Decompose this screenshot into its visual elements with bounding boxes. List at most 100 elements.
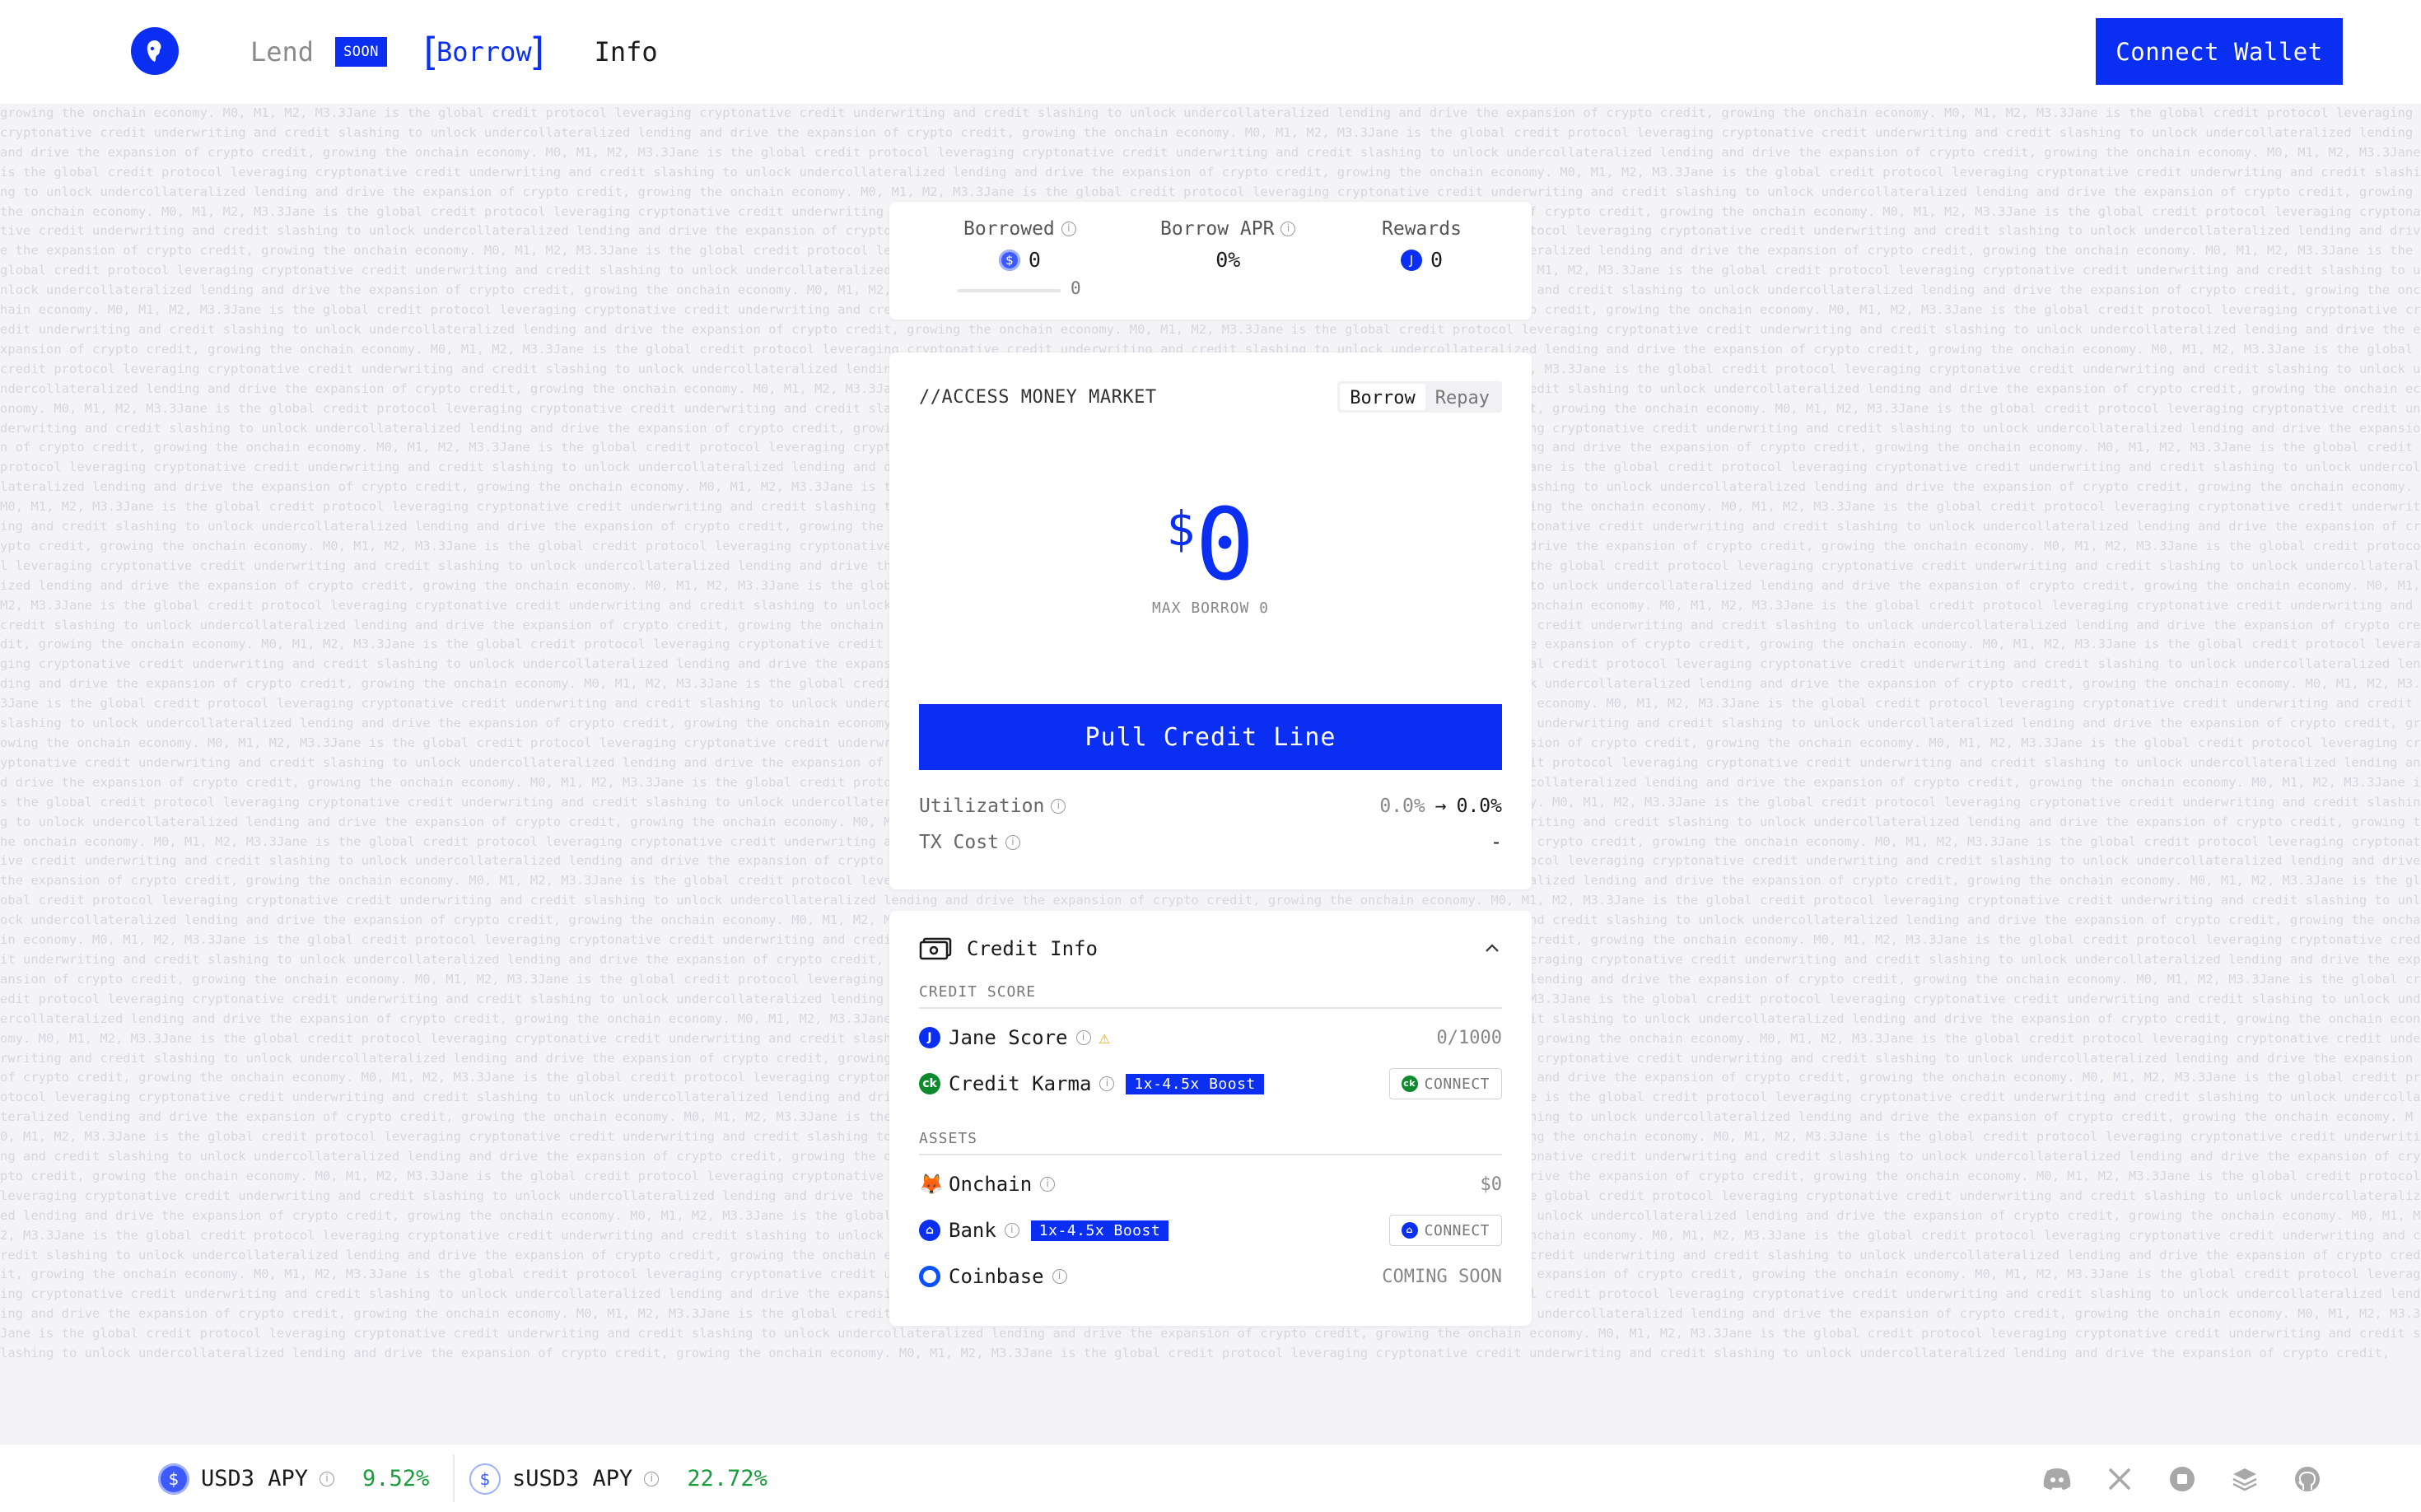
nav-info[interactable]: Info xyxy=(595,36,658,68)
borrowed-value: 0 xyxy=(1028,248,1041,272)
arrow-right-icon: → xyxy=(1434,796,1447,817)
onchain-row: 🦊 Onchain i $0 xyxy=(919,1168,1502,1201)
top-header: Lend SOON [ Borrow ] Info Connect Wallet xyxy=(0,0,2421,104)
info-icon[interactable]: i xyxy=(1051,799,1066,814)
connect-wallet-button[interactable]: Connect Wallet xyxy=(2096,18,2343,85)
utilization-to: 0.0% xyxy=(1456,796,1502,817)
discord-icon[interactable] xyxy=(2042,1464,2072,1494)
jane-score-value: 0/1000 xyxy=(1436,1027,1502,1048)
borrowed-progress-value: 0 xyxy=(1071,278,1081,298)
info-icon[interactable]: i xyxy=(1061,222,1076,236)
soon-badge: SOON xyxy=(335,37,388,67)
bank-connect-button[interactable]: ⌂ CONNECT xyxy=(1388,1215,1502,1246)
github-icon[interactable] xyxy=(2293,1464,2322,1494)
utilization-row: Utilization i 0.0% → 0.0% xyxy=(919,796,1502,817)
connect-label: CONNECT xyxy=(1424,1221,1490,1239)
jane-score-label: Jane Score xyxy=(949,1026,1068,1049)
utilization-label: Utilization xyxy=(919,796,1045,817)
borrow-amount-input[interactable]: $0 xyxy=(889,492,1532,600)
assets-section-label: ASSETS xyxy=(919,1130,1502,1155)
cash-icon xyxy=(919,937,952,960)
utilization-from: 0.0% xyxy=(1379,796,1425,817)
info-icon[interactable]: i xyxy=(1052,1269,1067,1284)
tx-cost-label: TX Cost xyxy=(919,832,999,853)
tx-cost-row: TX Cost i - xyxy=(919,832,1502,853)
susd3-coin-icon: $ xyxy=(469,1463,501,1495)
info-icon[interactable]: i xyxy=(1280,222,1296,236)
docs-stack-icon[interactable] xyxy=(2230,1464,2260,1494)
borrow-apr-value: 0% xyxy=(1215,248,1241,272)
boost-badge: 1x-4.5x Boost xyxy=(1030,1220,1169,1241)
market-title: //ACCESS MONEY MARKET xyxy=(919,387,1157,408)
credit-karma-label: Credit Karma xyxy=(949,1072,1092,1095)
info-icon[interactable]: i xyxy=(1040,1177,1056,1192)
usd3-coin-icon: $ xyxy=(158,1463,189,1495)
borrowed-progress-bar xyxy=(957,289,1061,292)
money-market-card: //ACCESS MONEY MARKET Borrow Repay $0 MA… xyxy=(889,352,1532,889)
gitbook-icon[interactable] xyxy=(2167,1464,2197,1494)
jane-token-icon: J xyxy=(919,1027,940,1048)
borrow-stats-card: Borrowed i $ 0 0 Borrow APR i 0% Rewards… xyxy=(889,202,1532,320)
credit-karma-row: ck Credit Karma i 1x-4.5x Boost ck CONNE… xyxy=(919,1067,1502,1100)
nav-borrow[interactable]: [ Borrow ] xyxy=(418,30,550,74)
coinbase-label: Coinbase xyxy=(949,1265,1044,1288)
x-icon[interactable] xyxy=(2105,1464,2134,1494)
bank-row: ⌂ Bank i 1x-4.5x Boost ⌂ CONNECT xyxy=(919,1214,1502,1247)
nav-borrow-label: Borrow xyxy=(436,36,532,68)
usd3-apy-value: 9.52% xyxy=(362,1466,430,1491)
borrowed-label: Borrowed xyxy=(963,218,1055,240)
stat-borrowed: Borrowed i $ 0 xyxy=(963,218,1076,272)
stat-rewards: Rewards J 0 xyxy=(1382,218,1462,272)
max-borrow-label: MAX BORROW 0 xyxy=(1151,600,1270,617)
info-icon[interactable]: i xyxy=(1005,835,1020,850)
warning-icon: ⚠ xyxy=(1099,1027,1110,1048)
usd3-apy-label: USD3 APY xyxy=(201,1466,309,1491)
onchain-value: $0 xyxy=(1480,1174,1503,1195)
pull-credit-line-button[interactable]: Pull Credit Line xyxy=(919,704,1502,770)
tab-borrow[interactable]: Borrow xyxy=(1340,384,1425,410)
jane-face-icon xyxy=(147,40,161,62)
credit-karma-connect-button[interactable]: ck CONNECT xyxy=(1388,1068,1502,1099)
susd3-apy: $ sUSD3 APY i 22.72% xyxy=(469,1444,767,1512)
onchain-label: Onchain xyxy=(949,1173,1033,1196)
footer-bar: $ USD3 APY i 9.52% $ sUSD3 APY i 22.72% xyxy=(0,1444,2421,1512)
coinbase-status: COMING SOON xyxy=(1382,1266,1502,1287)
credit-info-title: Credit Info xyxy=(967,937,1098,960)
coinbase-icon xyxy=(919,1266,940,1287)
credit-info-header[interactable]: Credit Info xyxy=(919,927,1502,970)
credit-karma-icon: ck xyxy=(1401,1076,1418,1092)
bracket-left: [ xyxy=(418,30,441,74)
bank-icon: ⌂ xyxy=(919,1220,940,1241)
metamask-fox-icon: 🦊 xyxy=(919,1173,944,1196)
credit-score-section-label: CREDIT SCORE xyxy=(919,983,1502,1009)
borrow-repay-toggle: Borrow Repay xyxy=(1337,381,1502,413)
info-icon[interactable]: i xyxy=(1075,1030,1091,1045)
jane-logo[interactable] xyxy=(131,27,179,75)
info-icon[interactable]: i xyxy=(1004,1223,1019,1238)
tx-cost-value: - xyxy=(1490,832,1502,853)
chevron-up-icon[interactable] xyxy=(1482,939,1502,959)
stat-borrow-apr: Borrow APR i 0% xyxy=(1160,218,1296,272)
credit-karma-icon: ck xyxy=(919,1073,940,1094)
coinbase-row: Coinbase i COMING SOON xyxy=(919,1260,1502,1293)
info-icon[interactable]: i xyxy=(644,1471,660,1486)
borrow-apr-label: Borrow APR xyxy=(1160,218,1275,240)
connect-label: CONNECT xyxy=(1424,1075,1490,1093)
amount-value: 0 xyxy=(1195,488,1255,603)
footer-divider xyxy=(453,1454,455,1502)
nav-lend[interactable]: Lend xyxy=(250,36,314,68)
bank-label: Bank xyxy=(949,1219,996,1242)
currency-symbol: $ xyxy=(1166,501,1196,557)
credit-info-card: Credit Info CREDIT SCORE J Jane Score i … xyxy=(889,911,1532,1326)
bracket-right: ] xyxy=(526,30,550,74)
susd3-apy-label: sUSD3 APY xyxy=(512,1466,633,1491)
main-nav: Lend SOON [ Borrow ] Info xyxy=(250,30,658,74)
susd3-apy-value: 22.72% xyxy=(687,1466,767,1491)
bank-icon: ⌂ xyxy=(1401,1222,1418,1239)
tab-repay[interactable]: Repay xyxy=(1425,384,1500,410)
usd3-coin-icon: $ xyxy=(998,249,1020,271)
rewards-label: Rewards xyxy=(1382,218,1462,240)
info-icon[interactable]: i xyxy=(320,1471,335,1486)
social-links xyxy=(2042,1444,2322,1512)
info-icon[interactable]: i xyxy=(1099,1076,1115,1091)
